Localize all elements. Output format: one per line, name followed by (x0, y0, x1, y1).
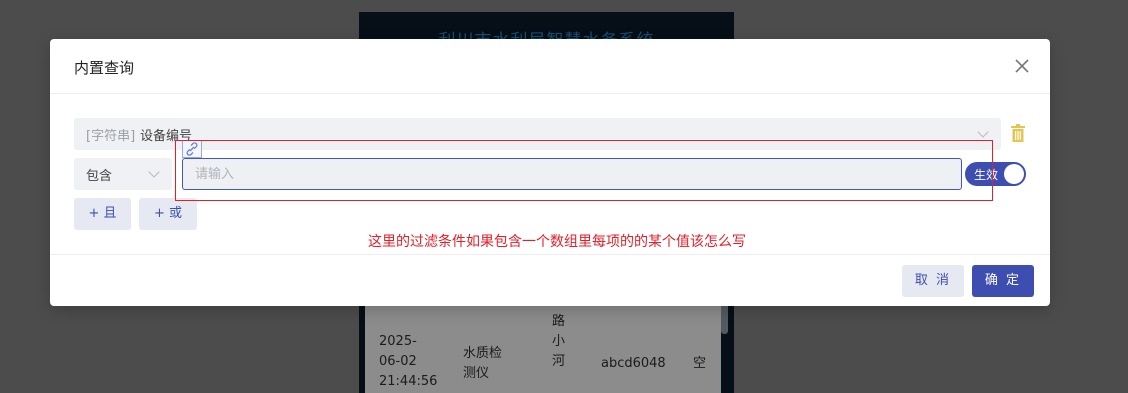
active-toggle[interactable]: 生效 (965, 162, 1026, 186)
close-icon[interactable] (1012, 56, 1032, 76)
field-type-label: [字符串] (86, 129, 136, 144)
add-and-button[interactable]: + 且 (74, 198, 131, 230)
field-select[interactable]: [字符串] 设备编号 (74, 118, 1001, 150)
query-modal: 内置查询 [字符串] 设备编号 包含 生效 + 且 + 或 这里的 (50, 39, 1050, 306)
link-icon[interactable] (182, 140, 202, 158)
chevron-down-icon (148, 166, 160, 178)
operator-label: 包含 (86, 169, 113, 184)
operator-select[interactable]: 包含 (74, 158, 172, 190)
cancel-button[interactable]: 取 消 (902, 265, 964, 297)
toggle-label: 生效 (974, 168, 999, 182)
modal-header: 内置查询 (50, 39, 1050, 94)
confirm-button[interactable]: 确 定 (972, 265, 1034, 297)
annotation-text: 这里的过滤条件如果包含一个数组里每项的的某个值该怎么写 (368, 234, 746, 250)
modal-title: 内置查询 (74, 59, 135, 77)
modal-footer (50, 254, 1050, 307)
toggle-knob (1004, 164, 1024, 184)
value-input[interactable] (182, 158, 962, 190)
trash-icon[interactable] (1011, 124, 1025, 142)
chevron-down-icon (977, 126, 989, 138)
add-or-button[interactable]: + 或 (139, 198, 197, 230)
